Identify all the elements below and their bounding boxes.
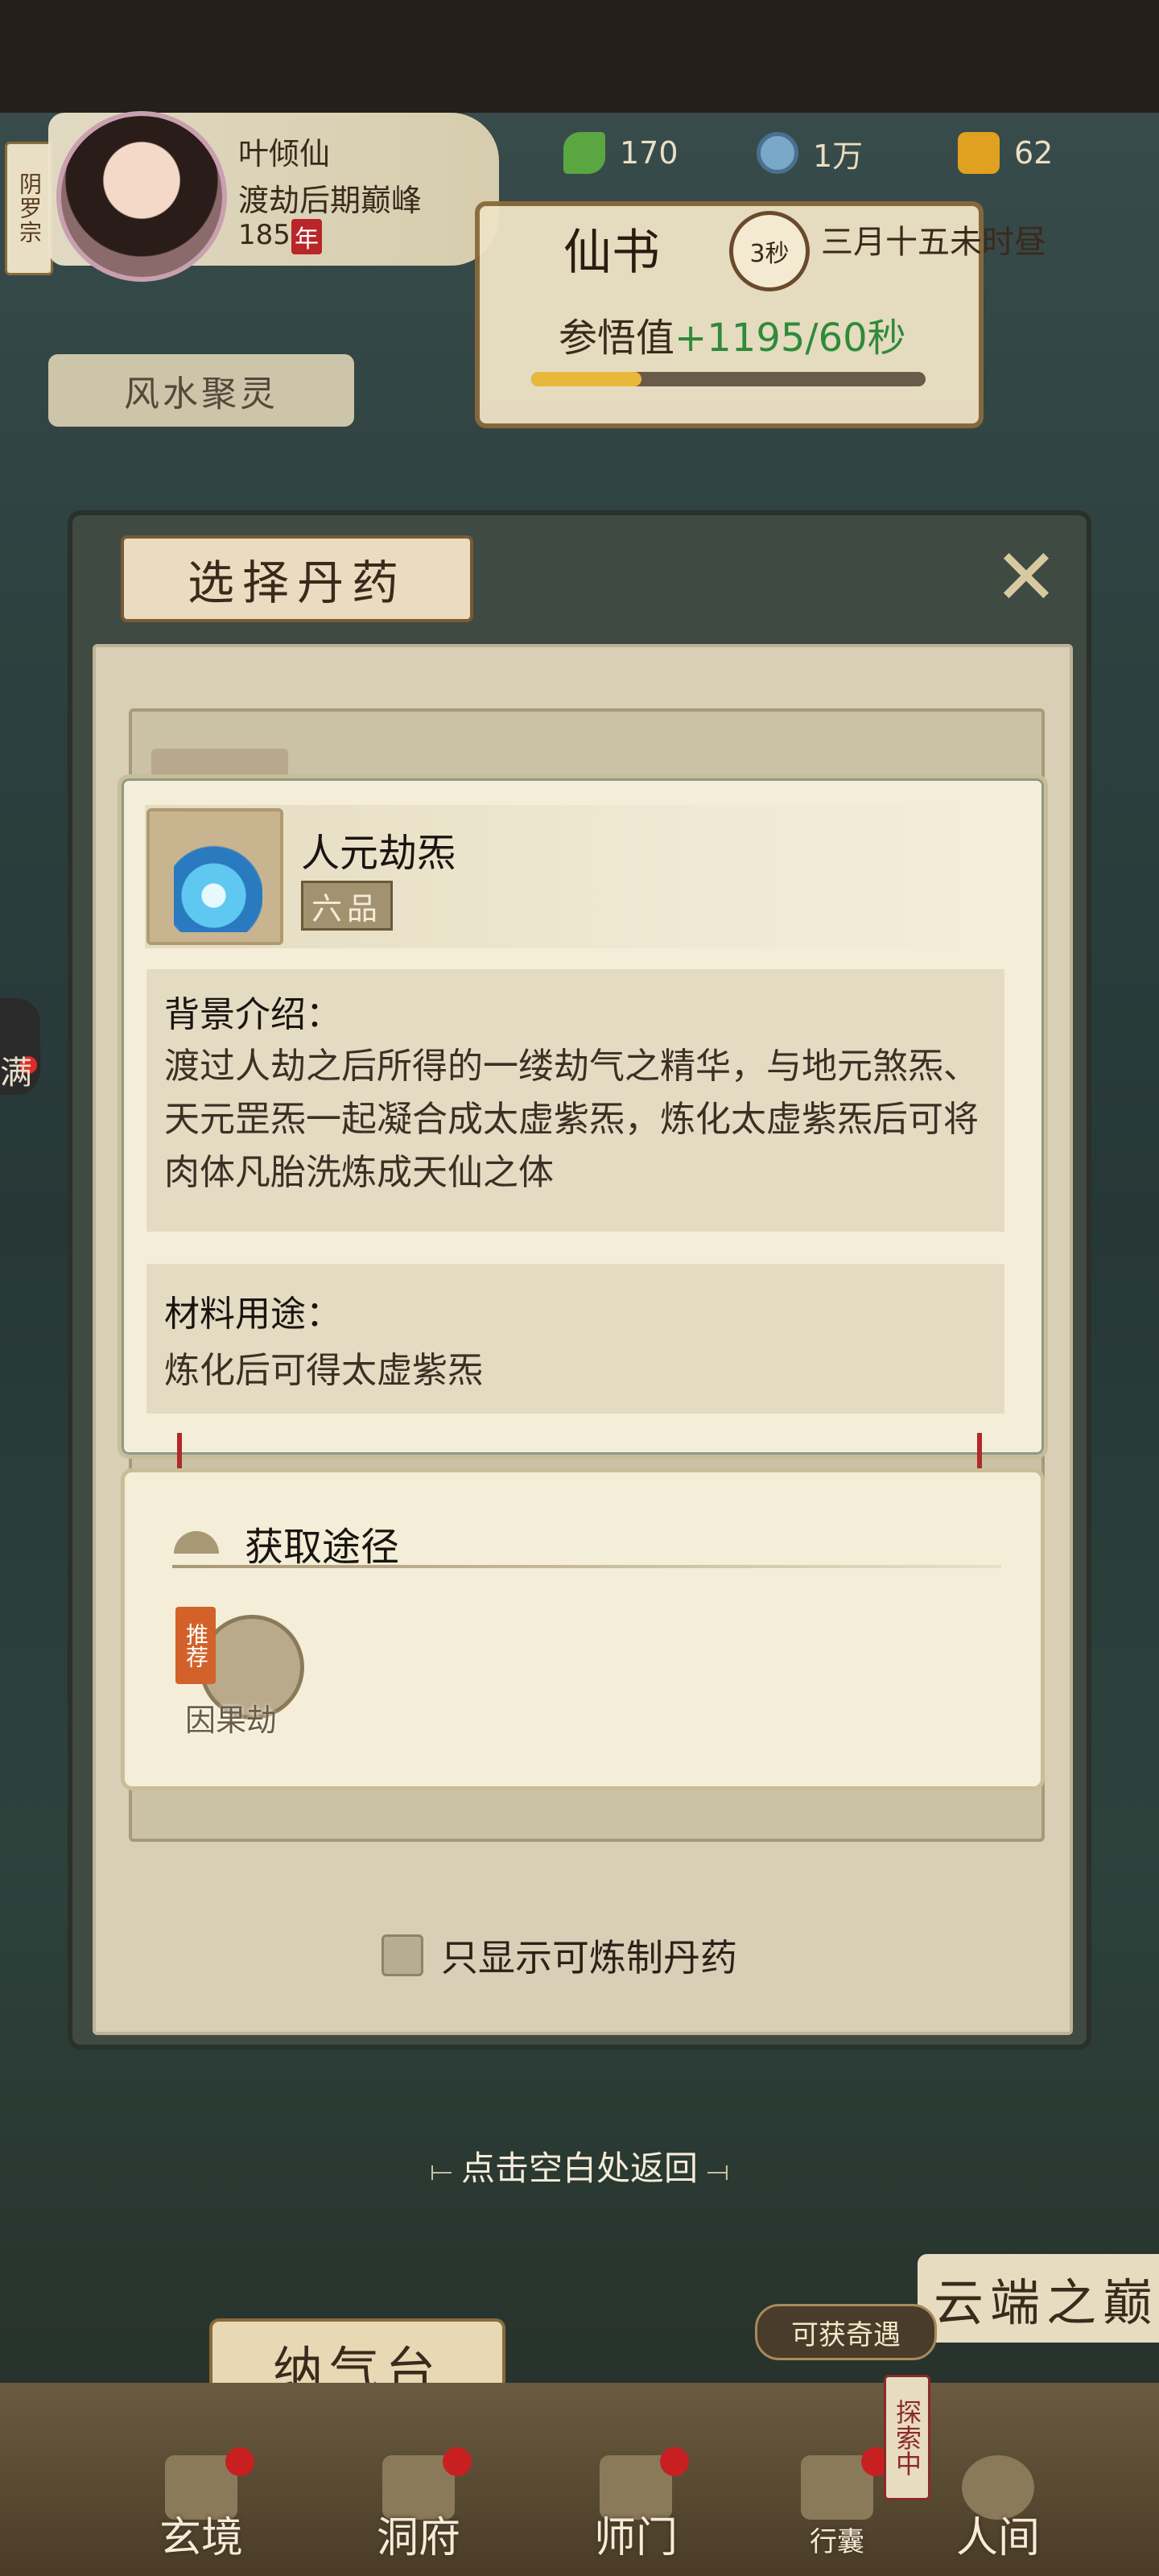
player-avatar[interactable] [56, 111, 227, 282]
insight-label: 参悟值 [559, 316, 675, 361]
timer-countdown: 3秒 [729, 211, 810, 291]
notification-dot [225, 2447, 254, 2476]
sect-tag[interactable]: 阴罗宗 [5, 142, 53, 275]
usage-title: 材料用途： [164, 1294, 341, 1335]
filter-row[interactable]: 只显示可炼制丹药 [382, 1929, 737, 1982]
resource-spirit-coin[interactable]: 1万 [757, 129, 863, 177]
notification-dot [443, 2447, 472, 2476]
nav-label: 师门 [593, 2514, 678, 2562]
player-realm: 渡劫后期巅峰 [238, 183, 423, 218]
resource-value: 1万 [813, 138, 864, 174]
insight-value: 参悟值+1195/60秒 [559, 306, 906, 362]
blue-flame-icon [174, 828, 262, 932]
resource-spirit-leaf[interactable]: 170 [563, 129, 678, 177]
recommend-badge: 推荐 [175, 1607, 216, 1684]
item-name: 人元劫炁 [301, 831, 456, 876]
nav-label: 洞府 [376, 2514, 460, 2562]
nav-label: 人间 [955, 2514, 1040, 2562]
return-hint[interactable]: ⟝ 点击空白处返回 ⟞ [0, 2141, 1159, 2190]
side-panel-label: 满 [0, 1055, 32, 1092]
dialog-title: 选择丹药 [121, 535, 473, 622]
item-icon [146, 808, 283, 945]
timer-title: 仙书 [563, 225, 660, 281]
player-name: 叶倾仙 [238, 136, 331, 171]
explore-tag: 探索中 [884, 2375, 930, 2500]
resource-gold-ingot[interactable]: 62 [958, 129, 1053, 177]
age-unit-badge: 年 [291, 219, 322, 254]
swirl-right-icon: ⟞ [698, 2155, 730, 2187]
item-grade-badge: 六品 [301, 881, 394, 931]
insight-progress-bar [531, 372, 926, 386]
spirit-leaf-icon [563, 132, 605, 174]
background-title: 背景介绍： [164, 994, 341, 1035]
encounter-tag[interactable]: 可获奇遇 [755, 2304, 937, 2360]
background-text: 渡过人劫之后所得的一缕劫气之精华，与地元煞炁、天元罡炁一起凝合成太虚紫炁，炼化太… [164, 1046, 979, 1193]
nav-xuanjing[interactable]: 玄境 [129, 2447, 274, 2562]
source-entry[interactable]: 推荐 因果劫 [175, 1607, 312, 1744]
source-title: 获取途径 [245, 1525, 400, 1570]
insight-progress-fill [531, 372, 642, 386]
nav-dongfu[interactable]: 洞府 [346, 2447, 491, 2562]
nav-label: 玄境 [159, 2514, 243, 2562]
close-x-icon: ✕ [993, 532, 1059, 622]
filter-label: 只显示可炼制丹药 [441, 1936, 737, 1979]
usage-text: 炼化后可得太虚紫炁 [164, 1350, 483, 1391]
filter-checkbox[interactable] [382, 1934, 423, 1976]
status-bar-area [0, 0, 1159, 113]
cloud-banner[interactable]: 云端之巅 [918, 2254, 1159, 2343]
nav-label: 行囊 [810, 2526, 864, 2558]
nav-shimen[interactable]: 师门 [563, 2447, 708, 2562]
player-age: 185 [238, 219, 291, 251]
insight-gain: +1195/60秒 [674, 316, 906, 361]
nav-renjian[interactable]: 人间 [926, 2455, 1070, 2562]
notification-dot [660, 2447, 689, 2476]
return-hint-text: 点击空白处返回 [460, 2149, 698, 2188]
gold-ingot-icon [958, 132, 1000, 174]
fengshui-banner[interactable]: 风水聚灵 [48, 354, 354, 427]
spirit-coin-icon [757, 132, 798, 174]
source-name: 因果劫 [185, 1703, 278, 1738]
close-button[interactable]: ✕ [990, 532, 1062, 622]
swirl-left-icon: ⟝ [429, 2155, 461, 2187]
source-divider [172, 1565, 1001, 1568]
resource-value: 62 [1014, 135, 1054, 171]
game-date: 三月十五未时昼 [821, 224, 1046, 261]
resource-value: 170 [620, 135, 678, 171]
